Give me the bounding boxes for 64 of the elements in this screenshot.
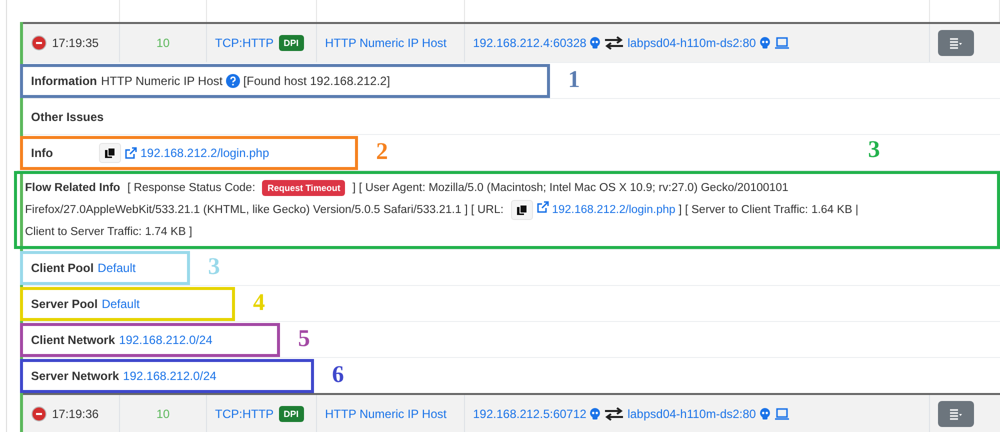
annotation-number: 5 [298, 326, 310, 353]
protocol-link[interactable]: TCP:HTTP [215, 36, 274, 50]
laptop-icon [774, 408, 790, 420]
flow-text: [ Response Status Code: [127, 182, 256, 194]
swap-arrows-icon [604, 407, 624, 421]
alert-link[interactable]: HTTP Numeric IP Host [325, 407, 447, 421]
flow-text: ] [ User Agent: Mozilla/5.0 (Macintosh; Intel Mac OS X 10.9; rv:27.0) Gecko/20100101 [352, 182, 788, 194]
time-cell: 17:19:36 [52, 407, 99, 421]
detail-link[interactable]: Default [98, 260, 136, 274]
annotation-number: 6 [332, 362, 344, 389]
detail-label: Server Network [31, 368, 120, 382]
detail-value: HTTP Numeric IP Host [101, 74, 223, 88]
server-link[interactable]: labpsd04-h110m-ds2:80 [627, 36, 756, 50]
detail-label: Info [31, 146, 54, 160]
annotation-number: 3 [208, 254, 220, 281]
skull-icon [589, 408, 602, 420]
detail-label: Information [31, 74, 97, 88]
external-link-icon [125, 146, 137, 158]
detail-note: [Found host 192.168.212.2] [243, 74, 390, 88]
help-icon [226, 74, 240, 88]
annotation-number: 4 [253, 290, 265, 317]
minus-circle-icon [31, 406, 47, 422]
detail-label: Client Pool [31, 260, 94, 274]
detail-link[interactable]: Default [102, 296, 140, 310]
url-link[interactable]: 192.168.212.2/login.php [552, 204, 676, 216]
annotation-number: 3 [868, 137, 880, 164]
client-link[interactable]: 192.168.212.4:60328 [473, 36, 586, 50]
time-cell: 17:19:35 [52, 36, 99, 50]
detail-label: Client Network [31, 332, 116, 346]
copy-button[interactable] [510, 200, 533, 220]
skull-icon [758, 37, 771, 49]
external-link-icon [536, 201, 549, 213]
status-badge: Request Timeout [262, 180, 346, 196]
detail-link[interactable]: 192.168.212.0/24 [119, 332, 212, 346]
client-link[interactable]: 192.168.212.5:60712 [473, 407, 586, 421]
url-link[interactable]: 192.168.212.2/login.php [140, 146, 270, 160]
swap-arrows-icon [604, 36, 624, 50]
dpi-badge: DPI [278, 406, 304, 422]
menu-button[interactable] [938, 30, 974, 56]
laptop-icon [774, 37, 790, 49]
skull-icon [589, 37, 602, 49]
flow-text: Firefox/27.0AppleWebKit/533.21.1 (KHTML, like Gecko) Version/5.0.5 Safari/533.21.1 ] [ URL: [25, 204, 504, 216]
annotation-number: 2 [376, 139, 388, 166]
section-heading: Other Issues [31, 110, 104, 124]
annotation-number: 1 [568, 67, 580, 94]
menu-icon [950, 408, 962, 420]
flow-text: ] [ Server to Client Traffic: 1.64 KB | [678, 204, 858, 216]
menu-icon [950, 38, 962, 48]
detail-link[interactable]: 192.168.212.0/24 [123, 368, 216, 382]
server-link[interactable]: labpsd04-h110m-ds2:80 [627, 407, 756, 421]
dpi-badge: DPI [278, 35, 304, 51]
minus-circle-icon [31, 35, 47, 51]
alert-link[interactable]: HTTP Numeric IP Host [325, 36, 447, 50]
score-cell: 10 [156, 36, 170, 50]
protocol-link[interactable]: TCP:HTTP [215, 407, 274, 421]
skull-icon [758, 408, 771, 420]
detail-label: Server Pool [31, 296, 98, 310]
detail-label: Flow Related Info [25, 182, 120, 194]
copy-button[interactable] [99, 142, 121, 162]
copy-icon [104, 146, 116, 158]
menu-button[interactable] [938, 401, 974, 427]
score-cell: 10 [156, 407, 170, 421]
copy-icon [516, 204, 528, 216]
flow-text: Client to Server Traffic: 1.74 KB ] [25, 226, 192, 238]
